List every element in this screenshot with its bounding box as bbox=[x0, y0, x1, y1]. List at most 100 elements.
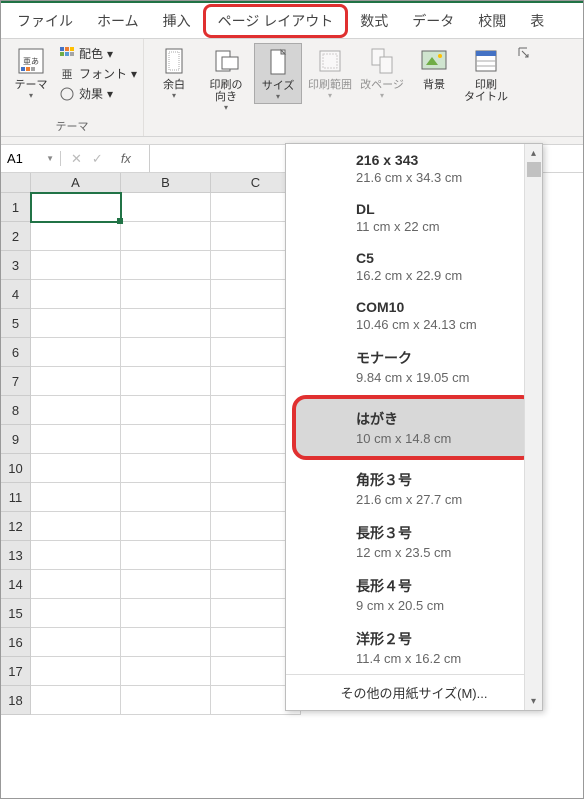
tab-formulas[interactable]: 数式 bbox=[348, 5, 400, 37]
cell[interactable] bbox=[121, 483, 211, 512]
effects-icon bbox=[59, 86, 75, 102]
row-header[interactable]: 15 bbox=[1, 599, 31, 628]
row-header[interactable]: 10 bbox=[1, 454, 31, 483]
fx-button[interactable]: fx bbox=[113, 151, 139, 166]
size-icon bbox=[262, 46, 294, 78]
cell[interactable] bbox=[31, 425, 121, 454]
cell[interactable] bbox=[31, 454, 121, 483]
breaks-button[interactable]: 改ページ▾ bbox=[358, 43, 406, 102]
ribbon-group-page-setup: 余白▾ 印刷の 向き▾ サイズ▾ 印刷範囲▾ 改ページ▾ 背景 bbox=[144, 39, 540, 136]
colors-button[interactable]: 配色▾ bbox=[59, 45, 137, 62]
cell[interactable] bbox=[31, 251, 121, 280]
print-titles-button[interactable]: 印刷 タイトル bbox=[462, 43, 510, 105]
margins-button[interactable]: 余白▾ bbox=[150, 43, 198, 102]
cell[interactable] bbox=[121, 628, 211, 657]
cell[interactable] bbox=[31, 541, 121, 570]
row-header[interactable]: 14 bbox=[1, 570, 31, 599]
orientation-button[interactable]: 印刷の 向き▾ bbox=[202, 43, 250, 114]
scroll-up-icon[interactable]: ▴ bbox=[525, 144, 542, 162]
size-option[interactable]: はがき10 cm x 14.8 cm bbox=[292, 395, 536, 460]
cell[interactable] bbox=[121, 541, 211, 570]
cell[interactable] bbox=[31, 599, 121, 628]
cell[interactable] bbox=[121, 425, 211, 454]
row-header[interactable]: 13 bbox=[1, 541, 31, 570]
cell[interactable] bbox=[121, 454, 211, 483]
row-header[interactable]: 11 bbox=[1, 483, 31, 512]
size-option[interactable]: C516.2 cm x 22.9 cm bbox=[286, 242, 542, 291]
row-header[interactable]: 6 bbox=[1, 338, 31, 367]
more-paper-sizes[interactable]: その他の用紙サイズ(M)... bbox=[286, 674, 542, 710]
cell[interactable] bbox=[121, 309, 211, 338]
size-option[interactable]: 洋形２号11.4 cm x 16.2 cm bbox=[286, 621, 542, 674]
tab-page-layout[interactable]: ページ レイアウト bbox=[203, 4, 349, 38]
column-header[interactable]: B bbox=[121, 173, 211, 193]
row-header[interactable]: 5 bbox=[1, 309, 31, 338]
fonts-button[interactable]: 亜 フォント▾ bbox=[59, 65, 137, 82]
tab-data[interactable]: データ bbox=[400, 5, 466, 37]
chevron-down-icon: ▾ bbox=[29, 91, 33, 100]
themes-button[interactable]: 亜あ テーマ ▾ bbox=[7, 43, 55, 102]
size-option[interactable]: 角形３号21.6 cm x 27.7 cm bbox=[286, 462, 542, 515]
cell[interactable] bbox=[121, 251, 211, 280]
cell[interactable] bbox=[31, 309, 121, 338]
cell[interactable] bbox=[121, 599, 211, 628]
cell[interactable] bbox=[31, 570, 121, 599]
cell[interactable] bbox=[121, 222, 211, 251]
more-button[interactable] bbox=[514, 43, 534, 63]
row-header[interactable]: 3 bbox=[1, 251, 31, 280]
cell[interactable] bbox=[121, 193, 211, 222]
dropdown-scrollbar[interactable]: ▴ ▾ bbox=[524, 144, 542, 710]
background-button[interactable]: 背景 bbox=[410, 43, 458, 93]
cell[interactable] bbox=[31, 222, 121, 251]
row-header[interactable]: 2 bbox=[1, 222, 31, 251]
select-all-corner[interactable] bbox=[1, 173, 31, 193]
size-option[interactable]: 216 x 34321.6 cm x 34.3 cm bbox=[286, 144, 542, 193]
cell[interactable] bbox=[31, 686, 121, 715]
cell[interactable] bbox=[31, 483, 121, 512]
cell[interactable] bbox=[31, 338, 121, 367]
size-button[interactable]: サイズ▾ bbox=[254, 43, 302, 104]
size-option[interactable]: 長形３号12 cm x 23.5 cm bbox=[286, 515, 542, 568]
enter-icon[interactable]: ✓ bbox=[92, 151, 103, 167]
size-option[interactable]: DL11 cm x 22 cm bbox=[286, 193, 542, 242]
name-box[interactable]: A1 ▼ bbox=[1, 151, 61, 166]
cell[interactable] bbox=[31, 396, 121, 425]
cell[interactable] bbox=[121, 512, 211, 541]
size-option[interactable]: 長形４号9 cm x 20.5 cm bbox=[286, 568, 542, 621]
size-option[interactable]: モナーク9.84 cm x 19.05 cm bbox=[286, 340, 542, 393]
cell[interactable] bbox=[31, 280, 121, 309]
row-header[interactable]: 16 bbox=[1, 628, 31, 657]
effects-button[interactable]: 効果▾ bbox=[59, 85, 137, 102]
row-header[interactable]: 9 bbox=[1, 425, 31, 454]
cell[interactable] bbox=[121, 367, 211, 396]
tab-file[interactable]: ファイル bbox=[5, 5, 85, 37]
column-header[interactable]: A bbox=[31, 173, 121, 193]
print-area-button[interactable]: 印刷範囲▾ bbox=[306, 43, 354, 102]
tab-view[interactable]: 表 bbox=[518, 5, 556, 37]
row-header[interactable]: 4 bbox=[1, 280, 31, 309]
scroll-thumb[interactable] bbox=[527, 162, 541, 177]
cell[interactable] bbox=[121, 396, 211, 425]
row-header[interactable]: 7 bbox=[1, 367, 31, 396]
cell[interactable] bbox=[31, 628, 121, 657]
row-header[interactable]: 17 bbox=[1, 657, 31, 686]
cell[interactable] bbox=[31, 193, 121, 222]
row-header[interactable]: 12 bbox=[1, 512, 31, 541]
row-header[interactable]: 8 bbox=[1, 396, 31, 425]
size-option[interactable]: COM1010.46 cm x 24.13 cm bbox=[286, 291, 542, 340]
row-header[interactable]: 1 bbox=[1, 193, 31, 222]
cell[interactable] bbox=[121, 338, 211, 367]
tab-review[interactable]: 校閲 bbox=[466, 5, 518, 37]
tab-insert[interactable]: 挿入 bbox=[151, 5, 203, 37]
cell[interactable] bbox=[121, 686, 211, 715]
cell[interactable] bbox=[121, 657, 211, 686]
tab-home[interactable]: ホーム bbox=[85, 5, 151, 37]
cell[interactable] bbox=[31, 657, 121, 686]
cancel-icon[interactable]: ✕ bbox=[71, 151, 82, 167]
scroll-down-icon[interactable]: ▾ bbox=[525, 692, 542, 710]
cell[interactable] bbox=[121, 280, 211, 309]
cell[interactable] bbox=[121, 570, 211, 599]
cell[interactable] bbox=[31, 512, 121, 541]
row-header[interactable]: 18 bbox=[1, 686, 31, 715]
cell[interactable] bbox=[31, 367, 121, 396]
